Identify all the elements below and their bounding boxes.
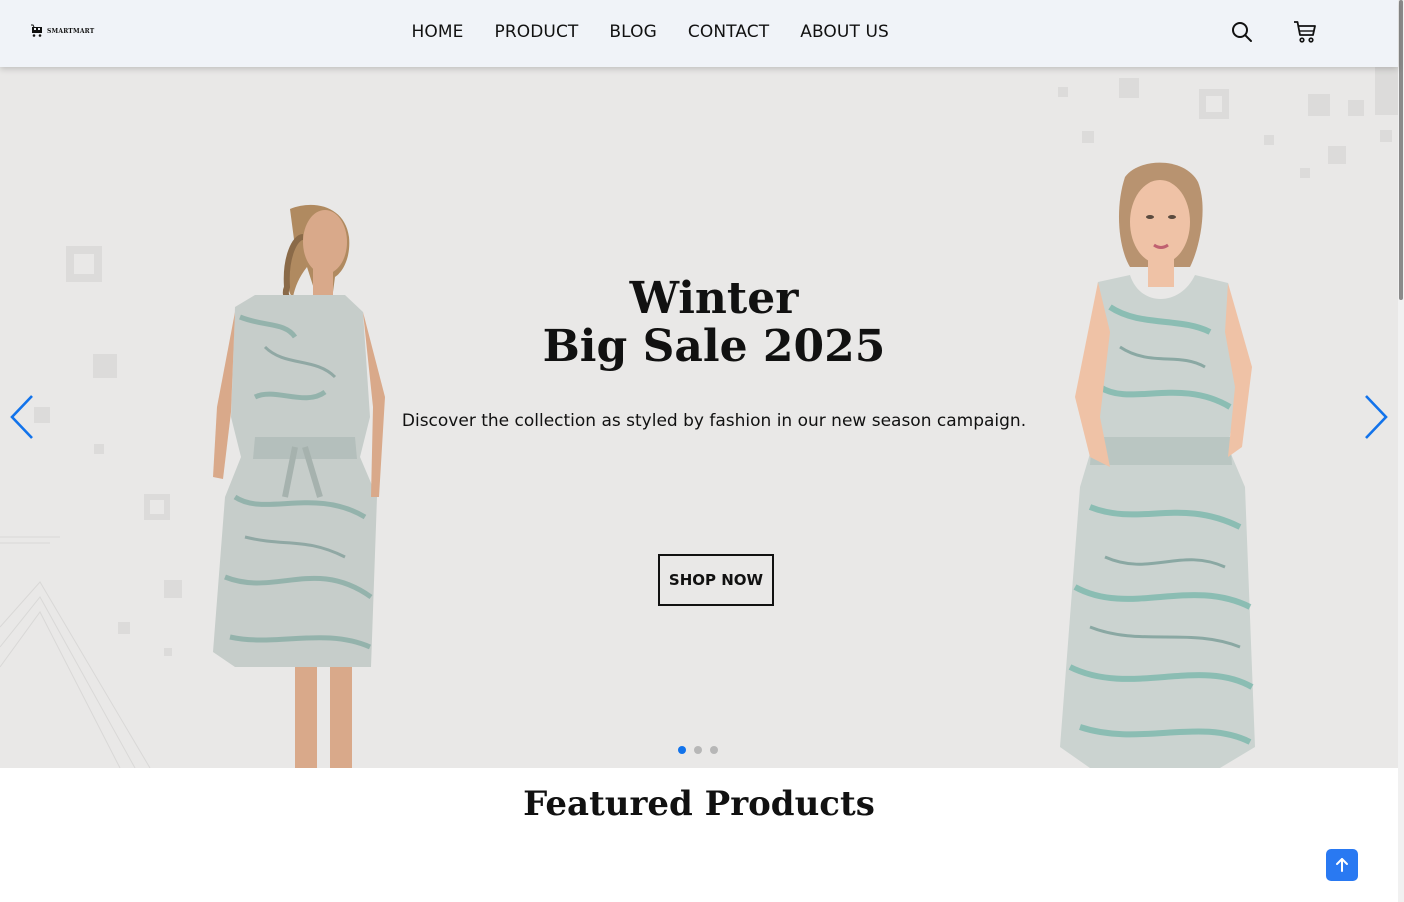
featured-products-heading: Featured Products xyxy=(523,784,875,824)
logo[interactable]: SMARTMART xyxy=(31,24,94,38)
scroll-to-top-button[interactable] xyxy=(1326,849,1358,881)
chevron-left-icon[interactable] xyxy=(8,392,38,442)
slider-dot-2[interactable] xyxy=(694,746,702,754)
hero-title-line-1: Winter xyxy=(629,273,799,324)
cart-icon[interactable] xyxy=(1293,20,1317,44)
nav-contact[interactable]: CONTACT xyxy=(672,19,784,45)
model-back-view-image xyxy=(213,204,385,768)
chevron-right-icon[interactable] xyxy=(1360,392,1390,442)
site-header: SMARTMART HOME PRODUCT BLOG CONTACT ABOU… xyxy=(0,0,1398,67)
search-icon[interactable] xyxy=(1230,20,1254,44)
nav-home[interactable]: HOME xyxy=(396,19,479,45)
hero-title: Winter Big Sale 2025 xyxy=(514,275,914,371)
nav-blog[interactable]: BLOG xyxy=(594,19,672,45)
nav-about-us[interactable]: ABOUT US xyxy=(785,19,905,45)
model-front-view-image xyxy=(1060,162,1255,768)
slider-dot-3[interactable] xyxy=(710,746,718,754)
slider-dots xyxy=(678,746,718,754)
scrollbar-thumb[interactable] xyxy=(1399,0,1403,300)
hero-slider: Winter Big Sale 2025 Discover the collec… xyxy=(0,67,1398,768)
hero-subtitle: Discover the collection as styled by fas… xyxy=(401,411,1027,431)
nav-product[interactable]: PRODUCT xyxy=(479,19,594,45)
shop-now-button[interactable]: SHOP NOW xyxy=(658,554,774,606)
logo-text: SMARTMART xyxy=(47,27,95,35)
page-scrollbar[interactable] xyxy=(1398,0,1404,902)
cart-logo-icon xyxy=(31,24,42,37)
slider-dot-1[interactable] xyxy=(678,746,686,754)
hero-title-line-2: Big Sale 2025 xyxy=(542,321,886,372)
main-nav: HOME PRODUCT BLOG CONTACT ABOUT US xyxy=(396,19,904,45)
arrow-up-icon xyxy=(1336,858,1348,872)
